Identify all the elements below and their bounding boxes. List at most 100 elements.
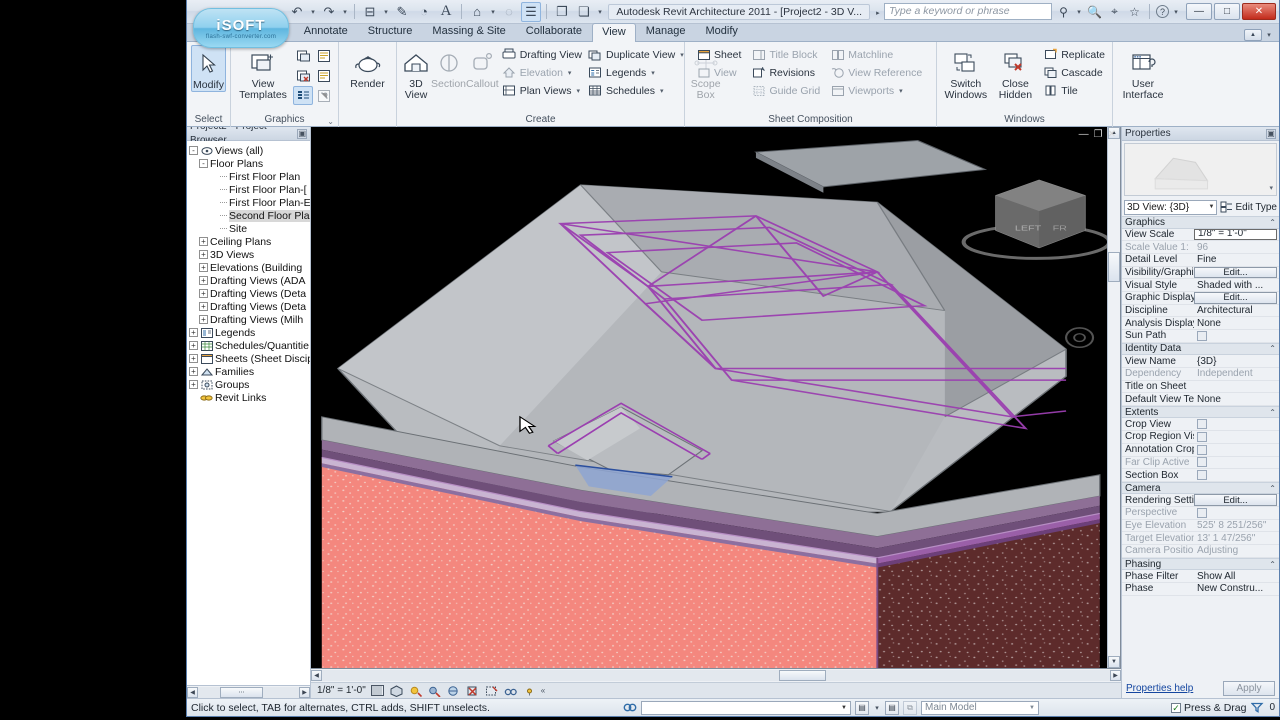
replicate-button[interactable]: Replicate xyxy=(1040,46,1108,63)
guide-grid-button[interactable]: Guide Grid xyxy=(748,82,823,99)
properties-row[interactable]: Discipline Architectural xyxy=(1122,305,1279,318)
filter-icon[interactable] xyxy=(1250,701,1265,715)
property-checkbox[interactable] xyxy=(1197,330,1207,341)
property-checkbox[interactable] xyxy=(1197,431,1207,442)
close-hidden-windows-icon[interactable]: ❐ xyxy=(552,2,572,22)
section-icon[interactable]: ◌ xyxy=(499,2,519,22)
viewports-caret-icon[interactable]: ▾ xyxy=(899,87,903,95)
view-hscroll-thumb[interactable] xyxy=(779,670,827,681)
properties-row[interactable]: Crop View xyxy=(1122,418,1279,432)
property-checkbox[interactable] xyxy=(1197,507,1207,518)
browser-scroll-left-button[interactable]: ◀ xyxy=(187,686,198,698)
filters-icon[interactable] xyxy=(314,46,334,65)
align-icon[interactable]: ⊟ xyxy=(360,2,380,22)
properties-row[interactable]: Section Box xyxy=(1122,469,1279,482)
default-3d-view-icon[interactable]: ⌂ xyxy=(467,2,487,22)
tree-expander-icon[interactable]: + xyxy=(199,302,208,311)
info-center-search-icon[interactable]: ⚲ xyxy=(1055,3,1072,20)
edit-type-button[interactable]: Edit Type xyxy=(1220,201,1277,213)
switch-windows-button[interactable]: Switch Windows xyxy=(941,45,991,101)
property-checkbox[interactable] xyxy=(1197,470,1207,481)
favorites-star-icon[interactable]: ☆ xyxy=(1126,3,1143,20)
properties-row[interactable]: Title on Sheet xyxy=(1122,381,1279,394)
properties-grid[interactable]: Graphics ⌃ View Scale 1/8" = 1'-0" Scale Val… xyxy=(1122,216,1279,678)
properties-row[interactable]: View Scale 1/8" = 1'-0" xyxy=(1122,228,1279,242)
plan-views-caret-icon[interactable]: ▾ xyxy=(576,87,580,95)
property-value[interactable]: 96 xyxy=(1194,242,1279,253)
apply-button[interactable]: Apply xyxy=(1223,680,1275,696)
browser-scroll-right-button[interactable]: ▶ xyxy=(299,686,310,698)
properties-row[interactable]: Visibility/Graphi...Edit... xyxy=(1122,266,1279,280)
temporary-hide-isolate-icon[interactable] xyxy=(503,684,518,698)
duplicate-view-button[interactable]: Duplicate View ▾ xyxy=(585,46,687,63)
3d-view-caret-icon[interactable]: ▾ xyxy=(489,8,497,16)
design-options-icon[interactable] xyxy=(622,701,637,715)
thin-lines-icon[interactable]: ☰ xyxy=(521,1,541,22)
view-vscrollbar[interactable]: ▲ ▼ xyxy=(1107,127,1120,668)
schedules-button[interactable]: Schedules ▾ xyxy=(585,82,687,99)
properties-row[interactable]: Eye Elevation 525' 8 251/256" xyxy=(1122,520,1279,533)
properties-help-link[interactable]: Properties help xyxy=(1126,683,1193,694)
property-value[interactable]: Fine xyxy=(1194,254,1279,265)
property-value[interactable]: None xyxy=(1194,394,1279,405)
project-browser-close-icon[interactable]: ▣ xyxy=(297,128,307,139)
minimize-button[interactable]: — xyxy=(1186,3,1212,20)
project-browser-hscrollbar[interactable]: ◀ ⋯ ▶ xyxy=(187,685,310,698)
browser-tree-item[interactable]: First Floor Plan xyxy=(189,170,310,183)
measure-icon[interactable]: ✎ xyxy=(392,2,412,22)
elevation-caret-icon[interactable]: ▾ xyxy=(568,69,572,77)
property-value[interactable]: 13' 1 47/256" xyxy=(1194,533,1279,544)
tab-manage[interactable]: Manage xyxy=(636,22,696,41)
browser-tree-item[interactable]: + Families xyxy=(189,365,310,378)
browser-tree-item[interactable]: - Views (all) xyxy=(189,144,310,157)
qat-overflow-caret-icon[interactable]: ▾ xyxy=(596,8,604,16)
property-value[interactable]: Adjusting xyxy=(1194,545,1279,556)
browser-tree-item[interactable]: + Ceiling Plans xyxy=(189,235,310,248)
tree-expander-icon[interactable]: + xyxy=(199,263,208,272)
browser-tree-item[interactable]: + Groups xyxy=(189,378,310,391)
duplicate-view-caret-icon[interactable]: ▾ xyxy=(680,51,684,59)
show-hidden-lines-icon[interactable] xyxy=(314,86,334,105)
editing-request-button[interactable]: ⧉ xyxy=(903,700,917,715)
rendering-dialog-icon[interactable] xyxy=(446,684,461,698)
property-checkbox[interactable] xyxy=(1197,419,1207,430)
view-scroll-down-button[interactable]: ▼ xyxy=(1108,656,1120,668)
help-caret-icon[interactable]: ▾ xyxy=(1172,8,1180,16)
user-interface-button[interactable]: User Interface xyxy=(1117,45,1169,101)
type-selector-caret-icon[interactable]: ▼ xyxy=(1209,201,1215,214)
tab-structure[interactable]: Structure xyxy=(358,22,423,41)
tree-expander-icon[interactable]: + xyxy=(189,354,198,363)
design-option-combobox[interactable]: ▼ xyxy=(641,700,851,715)
property-value[interactable]: {3D} xyxy=(1194,356,1279,367)
sun-path-icon[interactable] xyxy=(408,684,423,698)
browser-tree-item[interactable]: + Legends xyxy=(189,326,310,339)
sheet-button[interactable]: Sheet xyxy=(693,46,744,63)
preview-caret-icon[interactable]: ▾ xyxy=(1269,184,1273,192)
tree-expander-icon[interactable]: + xyxy=(199,276,208,285)
browser-tree-item[interactable]: + Drafting Views (Deta xyxy=(189,300,310,313)
properties-row[interactable]: Analysis Display...None xyxy=(1122,317,1279,330)
browser-scroll-thumb[interactable]: ⋯ xyxy=(220,686,263,698)
project-browser-tree[interactable]: - Views (all) - Floor Plans First Floor Plan… xyxy=(187,141,310,685)
view-minimize-button[interactable]: — xyxy=(1079,129,1089,140)
visual-style-icon[interactable] xyxy=(389,684,404,698)
property-value[interactable]: Independent xyxy=(1194,368,1279,379)
ribbon-minimize-caret-icon[interactable]: ▾ xyxy=(1265,31,1273,39)
property-value[interactable]: Architectural xyxy=(1194,305,1279,316)
properties-row[interactable]: Graphic Display...Edit... xyxy=(1122,292,1279,305)
property-value[interactable]: New Constru... xyxy=(1194,583,1279,594)
render-button[interactable]: Render xyxy=(343,45,392,90)
text-icon[interactable]: A xyxy=(436,2,456,22)
browser-tree-item[interactable]: Second Floor Pla xyxy=(189,209,310,222)
ribbon-minimize-icon[interactable]: ▲ xyxy=(1244,29,1262,41)
tree-expander-icon[interactable]: + xyxy=(189,341,198,350)
properties-row[interactable]: Dependency Independent xyxy=(1122,368,1279,381)
workset-combobox[interactable]: Main Model ▼ xyxy=(921,700,1039,715)
title-overflow-caret-icon[interactable]: ▸ xyxy=(876,10,880,17)
view-restore-button[interactable]: ❐ xyxy=(1094,129,1103,140)
browser-scroll-track[interactable]: ⋯ xyxy=(198,686,299,698)
browser-tree-item[interactable]: +3D Views xyxy=(189,248,310,261)
crop-view-icon[interactable] xyxy=(465,684,480,698)
property-checkbox[interactable] xyxy=(1197,457,1207,468)
view-templates-button[interactable]: View Templates xyxy=(235,45,291,101)
